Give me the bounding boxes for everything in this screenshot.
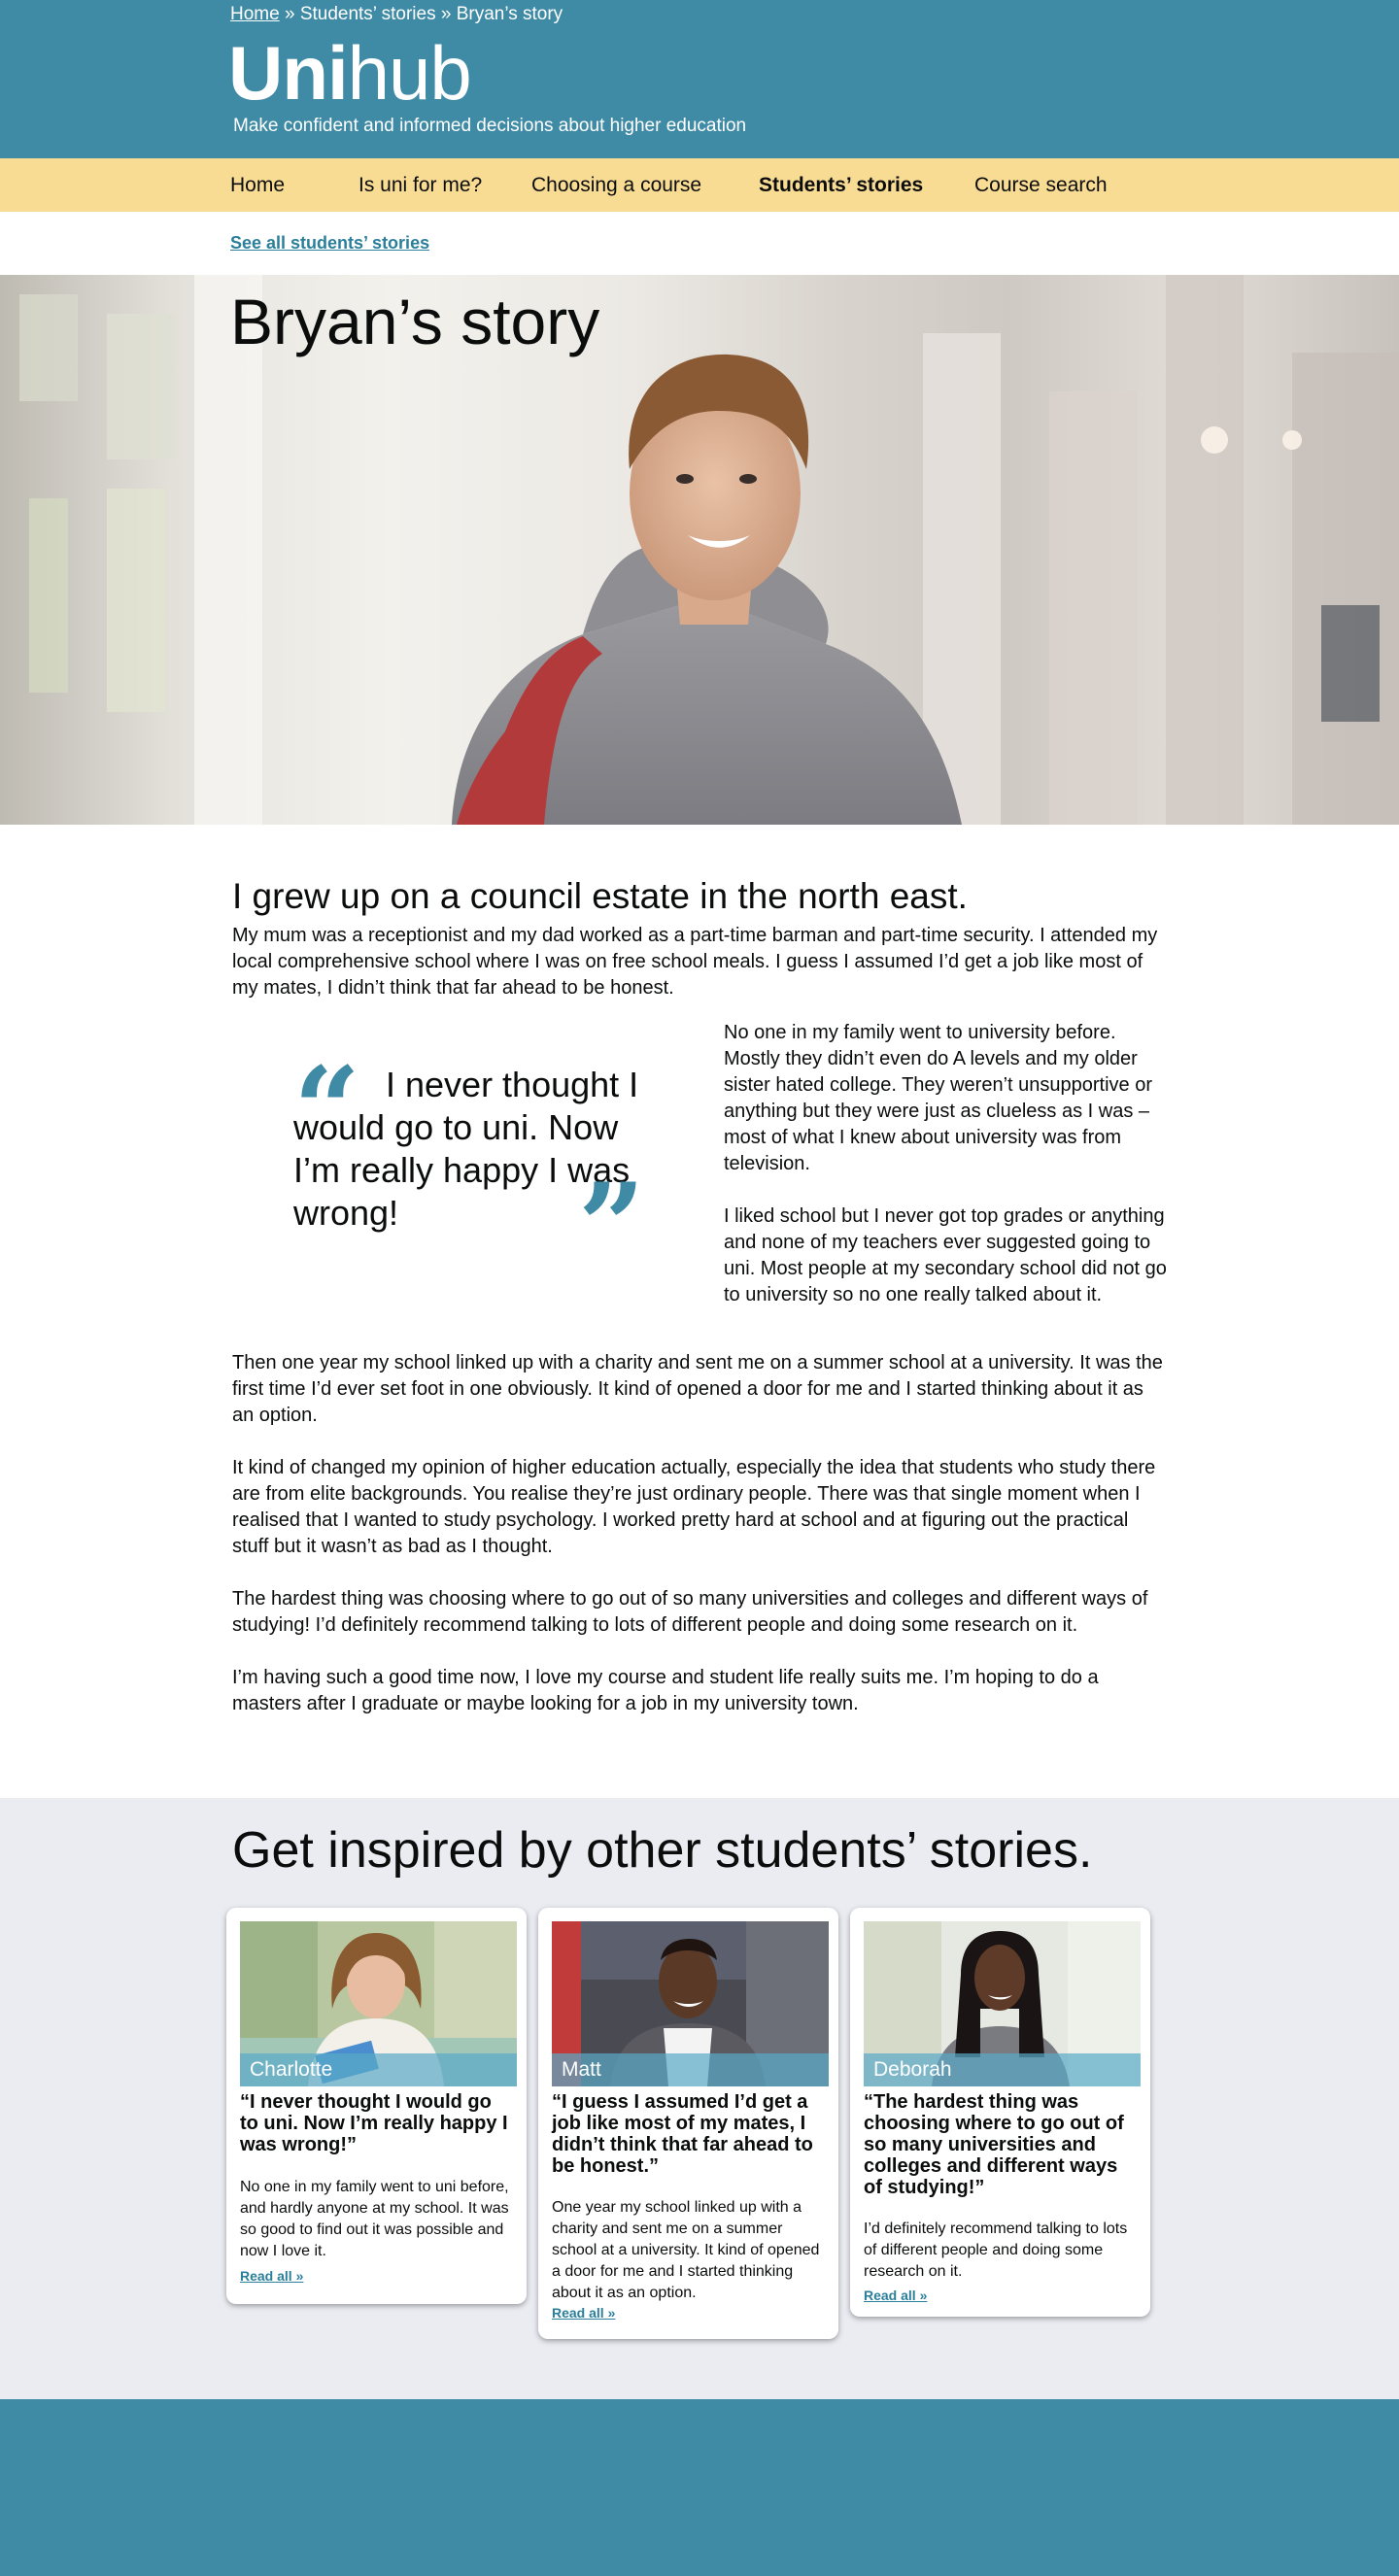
other-stories-heading: Get inspired by other students’ stories. [232, 1822, 1093, 1879]
breadcrumb: Home » Students’ stories » Bryan’s story [230, 4, 563, 25]
breadcrumb-stories: Students’ stories [299, 4, 436, 24]
read-all-link[interactable]: Read all » [240, 2268, 303, 2284]
story-side-column: No one in my family went to university b… [724, 1020, 1171, 1308]
card-student-name: Charlotte [240, 2053, 517, 2086]
site-footer [0, 2399, 1399, 2576]
story-card-matt[interactable]: Matt “I guess I assumed I’d get a job li… [538, 1908, 838, 2339]
story-heading: I grew up on a council estate in the nor… [232, 876, 968, 916]
story-paragraph: The hardest thing was choosing where to … [232, 1588, 1148, 1636]
site-header: Home » Students’ stories » Bryan’s story… [0, 0, 1399, 158]
nav-item-course-search[interactable]: Course search [974, 158, 1108, 212]
story-lower-column: Then one year my school linked up with a… [232, 1350, 1165, 1717]
read-all-link[interactable]: Read all » [552, 2305, 615, 2321]
card-quote: “I guess I assumed I’d get a job like mo… [552, 2091, 813, 2177]
card-student-name: Matt [552, 2053, 829, 2086]
card-quote: “I never thought I would go to uni. Now … [240, 2091, 508, 2155]
story-paragraph: I’m having such a good time now, I love … [232, 1667, 1099, 1714]
breadcrumb-separator: » [279, 4, 300, 24]
nav-item-students-stories[interactable]: Students’ stories [759, 158, 923, 212]
story-paragraph: No one in my family went to university b… [724, 1022, 1152, 1174]
story-paragraph: It kind of changed my opinion of higher … [232, 1457, 1156, 1557]
story-card-deborah[interactable]: Deborah “The hardest thing was choosing … [850, 1908, 1150, 2317]
card-photo: Deborah [864, 1921, 1141, 2086]
read-all-link[interactable]: Read all » [864, 2288, 927, 2303]
pull-quote: “ I never thought I would go to uni. Now… [293, 1052, 645, 1285]
nav-item-home[interactable]: Home [230, 158, 285, 212]
close-quote-icon: ” [577, 1158, 645, 1295]
card-quote: “The hardest thing was choosing where to… [864, 2091, 1124, 2198]
story-card-charlotte[interactable]: Charlotte “I never thought I would go to… [226, 1908, 527, 2304]
other-stories-section: Get inspired by other students’ stories.… [0, 1798, 1399, 2399]
logo-bold-text: Uni [228, 30, 349, 116]
breadcrumb-separator: » [435, 4, 457, 24]
logo-light-text: hub [347, 30, 472, 116]
story-paragraph: Then one year my school linked up with a… [232, 1352, 1163, 1426]
card-student-name: Deborah [864, 2053, 1141, 2086]
nav-item-is-uni-for-me[interactable]: Is uni for me? [358, 158, 482, 212]
hero-photo [0, 275, 1399, 825]
card-excerpt: I’d definitely recommend talking to lots… [864, 2220, 1128, 2280]
hero-banner: Bryan’s story [0, 275, 1399, 825]
breadcrumb-home-link[interactable]: Home [230, 4, 280, 24]
page-title: Bryan’s story [230, 286, 600, 357]
main-nav: Home Is uni for me? Choosing a course St… [0, 158, 1399, 212]
see-all-stories-link[interactable]: See all students’ stories [230, 233, 429, 254]
card-excerpt: One year my school linked up with a char… [552, 2199, 820, 2301]
card-excerpt: No one in my family went to uni before, … [240, 2179, 509, 2259]
nav-item-choosing-a-course[interactable]: Choosing a course [531, 158, 701, 212]
breadcrumb-current: Bryan’s story [456, 4, 563, 24]
card-photo: Charlotte [240, 1921, 517, 2086]
site-tagline: Make confident and informed decisions ab… [233, 116, 747, 136]
story-article: I grew up on a council estate in the nor… [232, 874, 1167, 1714]
story-paragraph: I liked school but I never got top grade… [724, 1205, 1167, 1305]
site-logo[interactable]: Unihub [228, 29, 472, 117]
card-photo: Matt [552, 1921, 829, 2086]
story-paragraph: My mum was a receptionist and my dad wor… [232, 925, 1158, 999]
